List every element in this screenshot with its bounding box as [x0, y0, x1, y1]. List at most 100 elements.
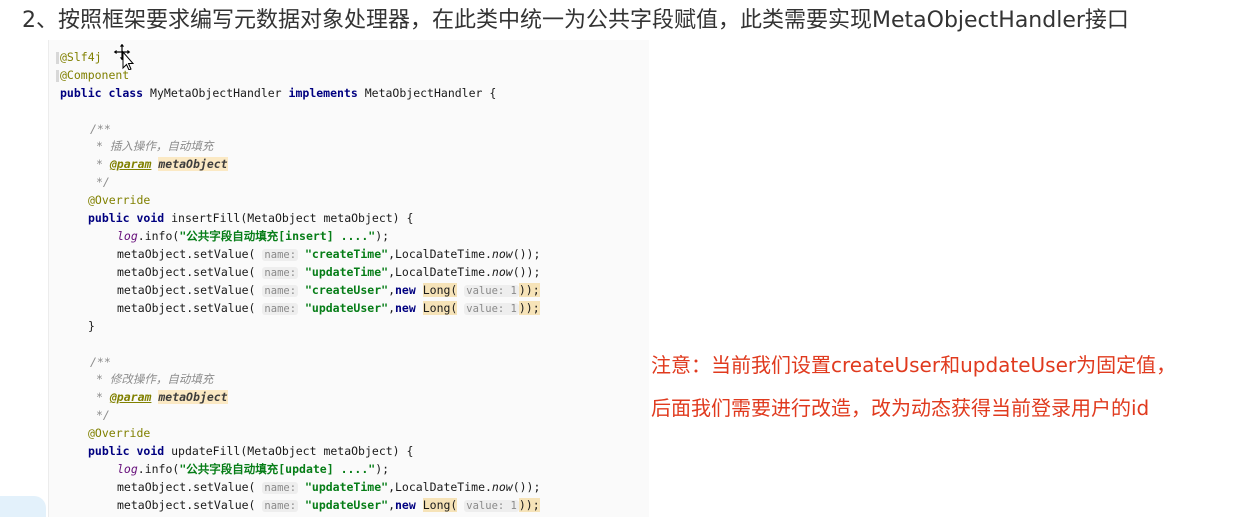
keyword: new: [395, 301, 416, 315]
code-text: ,: [388, 283, 395, 297]
keyword: public: [88, 444, 130, 458]
code-line: metaObject.setValue( name: "createUser",…: [117, 281, 540, 300]
gutter-marker: [56, 70, 59, 82]
doc-comment: * 插入操作，自动填充: [96, 139, 214, 153]
keyword: new: [395, 498, 416, 512]
code-line: * 修改操作，自动填充: [96, 370, 213, 388]
code-line: metaObject.setValue( name: "createTime",…: [117, 245, 540, 264]
method-signature: updateFill(MetaObject metaObject) {: [171, 444, 414, 458]
call-end: );: [375, 462, 390, 476]
method-call: metaObject.setValue(: [117, 498, 256, 512]
keyword: void: [136, 211, 165, 225]
doc-param-name: metaObject: [158, 157, 228, 171]
constructor-call: Long(: [422, 283, 458, 297]
note-line-2: 后面我们需要进行改造，改为动态获得当前登录用户的id: [651, 396, 1150, 420]
method-name: now: [491, 480, 513, 494]
method-name: now: [491, 265, 513, 279]
doc-comment: */: [96, 408, 110, 422]
code-line: /**: [90, 120, 111, 138]
code-text: ,: [388, 301, 395, 315]
code-text: ());: [512, 247, 541, 261]
method-call: .info(: [137, 229, 180, 243]
annotation: @Slf4j: [60, 50, 102, 64]
param-hint: name:: [262, 482, 299, 494]
code-line: /**: [90, 353, 111, 371]
class-name: MyMetaObjectHandler: [150, 86, 282, 100]
note-line-1: 注意：当前我们设置createUser和updateUser为固定值，: [651, 353, 1177, 377]
call-end: ));: [518, 301, 540, 315]
keyword: public: [88, 211, 130, 225]
code-line: public void insertFill(MetaObject metaOb…: [88, 209, 413, 227]
doc-comment: *: [96, 157, 103, 171]
doc-comment: /**: [90, 355, 111, 369]
method-call: metaObject.setValue(: [117, 247, 256, 261]
string-literal: "createUser": [304, 283, 389, 297]
log-field: log: [117, 462, 138, 476]
call-end: );: [375, 229, 390, 243]
gutter-marker: [56, 52, 59, 64]
brace: }: [88, 319, 95, 333]
code-line: metaObject.setValue( name: "updateUser",…: [117, 299, 540, 318]
decorative-corner: [0, 496, 46, 517]
param-hint: value: 1: [464, 285, 519, 297]
code-text: ,LocalDateTime.: [388, 265, 492, 279]
code-line: */: [96, 406, 110, 424]
method-call: metaObject.setValue(: [117, 265, 256, 279]
page-heading: 2、按照框架要求编写元数据对象处理器，在此类中统一为公共字段赋值，此类需要实现M…: [22, 8, 1129, 33]
code-line: metaObject.setValue( name: "updateTime",…: [117, 263, 540, 282]
doc-comment: */: [96, 175, 110, 189]
annotation: @Override: [88, 193, 151, 207]
code-line: public class MyMetaObjectHandler impleme…: [60, 84, 496, 102]
annotation: @Override: [88, 426, 151, 440]
string-literal: "createTime": [304, 247, 389, 261]
method-call: metaObject.setValue(: [117, 283, 256, 297]
keyword: public: [60, 86, 102, 100]
doc-comment: *: [96, 390, 103, 404]
code-line: @Override: [88, 191, 150, 209]
move-cursor-icon: [113, 42, 135, 70]
call-end: ));: [518, 498, 540, 512]
code-text: ());: [512, 265, 541, 279]
code-line: @Slf4j: [60, 48, 102, 66]
code-line: * @param metaObject: [96, 155, 228, 173]
param-hint: value: 1: [464, 303, 519, 315]
interface-name: MetaObjectHandler {: [364, 86, 497, 100]
param-hint: name:: [262, 303, 299, 315]
doc-tag: @param: [109, 157, 152, 171]
string-literal: "公共字段自动填充[update] ....": [179, 462, 376, 476]
annotation: @Component: [60, 68, 130, 82]
method-call: .info(: [137, 462, 180, 476]
code-line: * @param metaObject: [96, 388, 228, 406]
code-line: log.info("公共字段自动填充[insert] ....");: [117, 227, 389, 245]
keyword: void: [136, 444, 165, 458]
method-name: now: [491, 247, 513, 261]
code-line: metaObject.setValue( name: "updateUser",…: [117, 496, 540, 515]
string-literal: "公共字段自动填充[insert] ....": [179, 229, 376, 243]
code-text: ());: [512, 480, 541, 494]
string-literal: "updateTime": [304, 265, 389, 279]
code-line: log.info("公共字段自动填充[update] ....");: [117, 460, 389, 478]
method-call: metaObject.setValue(: [117, 301, 256, 315]
constructor-call: Long(: [422, 498, 458, 512]
method-signature: insertFill(MetaObject metaObject) {: [171, 211, 414, 225]
param-hint: name:: [262, 500, 299, 512]
call-end: ));: [518, 283, 540, 297]
string-literal: "updateUser": [304, 498, 389, 512]
param-hint: value: 1: [464, 500, 519, 512]
code-text: ,LocalDateTime.: [388, 480, 492, 494]
code-line: }: [88, 317, 95, 335]
log-field: log: [117, 229, 138, 243]
code-line: */: [96, 173, 110, 191]
string-literal: "updateTime": [304, 480, 389, 494]
code-line: * 插入操作，自动填充: [96, 137, 213, 155]
code-text: ,: [388, 498, 395, 512]
method-call: metaObject.setValue(: [117, 480, 256, 494]
string-literal: "updateUser": [304, 301, 389, 315]
constructor-call: Long(: [422, 301, 458, 315]
param-hint: name:: [262, 249, 299, 261]
keyword: class: [108, 86, 144, 100]
param-hint: name:: [262, 285, 299, 297]
keyword: new: [395, 283, 416, 297]
param-hint: name:: [262, 267, 299, 279]
code-line: public void updateFill(MetaObject metaOb…: [88, 442, 413, 460]
